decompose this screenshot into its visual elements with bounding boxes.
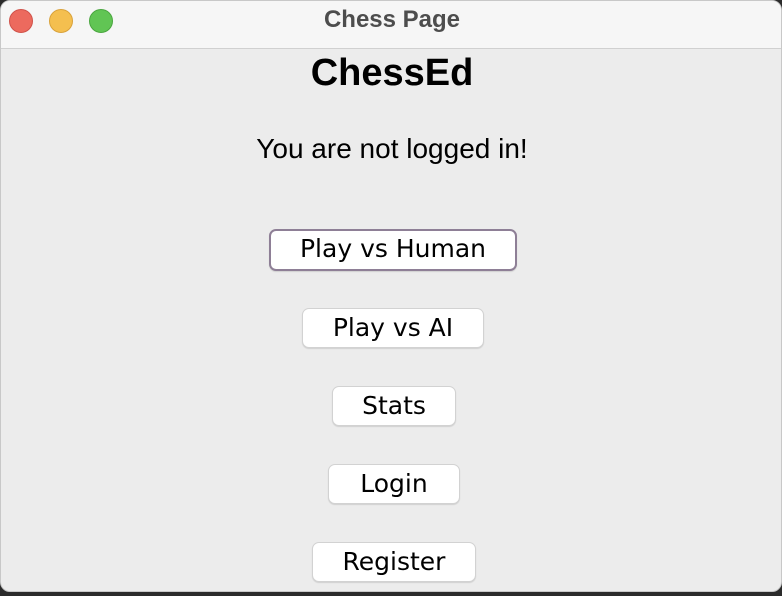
app-window: Chess Page ChessEd You are not logged in… xyxy=(0,0,782,592)
app-title: ChessEd xyxy=(310,52,474,94)
window-title: Chess Page xyxy=(323,6,461,33)
register-button[interactable]: Register xyxy=(312,542,476,582)
login-status-text: You are not logged in! xyxy=(256,133,528,164)
play-vs-ai-button[interactable]: Play vs AI xyxy=(302,308,484,348)
play-vs-human-button[interactable]: Play vs Human xyxy=(269,229,517,271)
login-button[interactable]: Login xyxy=(328,464,460,504)
main-content: ChessEd You are not logged in! Play vs H… xyxy=(1,49,781,591)
stats-button[interactable]: Stats xyxy=(332,386,456,426)
title-bar: Chess Page xyxy=(1,1,781,49)
